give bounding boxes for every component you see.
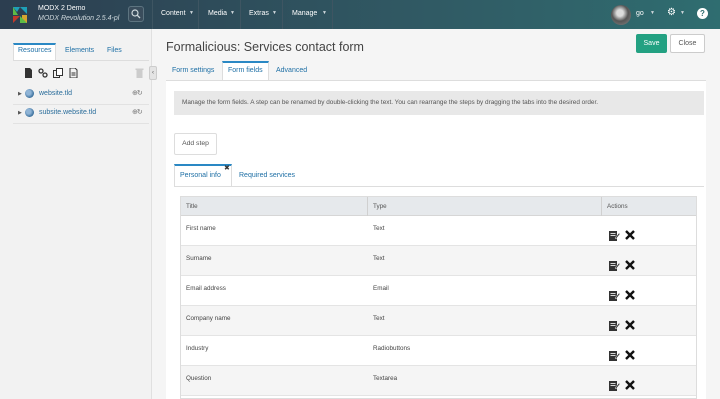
avatar[interactable] xyxy=(611,5,631,25)
cell-type: Radiobuttons xyxy=(373,345,411,352)
tab-files[interactable]: Files xyxy=(107,47,122,54)
link-icon[interactable] xyxy=(38,68,48,79)
edit-icon[interactable] xyxy=(609,350,620,361)
tab-resources[interactable]: Resources xyxy=(18,47,51,54)
edit-icon[interactable] xyxy=(609,260,620,271)
cell-type: Text xyxy=(373,315,385,322)
cell-title: Company name xyxy=(186,315,231,322)
edit-icon[interactable] xyxy=(609,230,620,241)
nav-manage[interactable]: Manage xyxy=(292,10,317,17)
add-refresh-icon[interactable]: ⊕↻ xyxy=(132,108,143,116)
delete-icon[interactable] xyxy=(625,350,635,360)
column-actions: Actions xyxy=(607,203,628,210)
step-tab-personal-info[interactable]: Personal info xyxy=(180,172,221,179)
file-icon[interactable] xyxy=(68,67,78,79)
tree-node-label[interactable]: website.tld xyxy=(39,90,72,97)
cell-type: Text xyxy=(373,255,385,262)
nav-media[interactable]: Media xyxy=(208,10,227,17)
tab-form-fields[interactable]: Form fields xyxy=(228,67,263,74)
nav-divider xyxy=(198,0,199,29)
tree-node-website[interactable]: ▶ website.tld ⊕↻ xyxy=(13,86,149,105)
search-button[interactable] xyxy=(128,6,144,22)
page-title: Formalicious: Services contact form xyxy=(166,40,364,54)
tree-node-label[interactable]: subsite.website.tld xyxy=(39,109,96,116)
globe-icon xyxy=(25,108,34,117)
expand-icon[interactable]: ▶ xyxy=(18,91,22,97)
modx-version: MODX Revolution 2.5.4-pl xyxy=(38,15,120,22)
table-row[interactable]: Email address Email xyxy=(181,276,696,306)
table-row[interactable]: Question Textarea xyxy=(181,366,696,396)
divider xyxy=(174,186,704,187)
nav-divider xyxy=(332,0,333,29)
trash-icon[interactable] xyxy=(135,68,144,81)
close-button[interactable]: Close xyxy=(670,34,705,53)
fields-table: Title Type Actions First name Text Surna… xyxy=(180,196,697,399)
globe-icon xyxy=(25,89,34,98)
tab-elements[interactable]: Elements xyxy=(65,47,94,54)
cell-type: Textarea xyxy=(373,375,398,382)
cell-title: Email address xyxy=(186,285,226,292)
search-icon xyxy=(131,9,141,19)
modx-logo-icon[interactable] xyxy=(11,6,29,24)
delete-icon[interactable] xyxy=(625,320,635,330)
nav-divider xyxy=(152,0,153,29)
delete-icon[interactable] xyxy=(625,380,635,390)
step-tab-required-services[interactable]: Required services xyxy=(239,172,295,179)
chevron-down-icon: ▼ xyxy=(189,10,194,16)
chevron-down-icon: ▼ xyxy=(322,10,327,16)
help-icon[interactable]: ? xyxy=(697,8,708,19)
sidebar xyxy=(0,29,152,399)
nav-extras[interactable]: Extras xyxy=(249,10,269,17)
top-navigation-bar: MODX 2 Demo MODX Revolution 2.5.4-pl Con… xyxy=(0,0,720,29)
close-icon[interactable]: ✖ xyxy=(224,164,230,172)
site-name: MODX 2 Demo xyxy=(38,5,86,12)
table-row[interactable]: Industry Radiobuttons xyxy=(181,336,696,366)
cell-type: Text xyxy=(373,225,385,232)
edit-icon[interactable] xyxy=(609,290,620,301)
add-refresh-icon[interactable]: ⊕↻ xyxy=(132,89,143,97)
cell-title: First name xyxy=(186,225,216,232)
chevron-down-icon: ▼ xyxy=(272,10,277,16)
cell-title: Question xyxy=(186,375,212,382)
copy-icon[interactable] xyxy=(53,68,63,79)
add-step-button[interactable]: Add step xyxy=(174,133,217,155)
column-type[interactable]: Type xyxy=(373,203,387,210)
user-menu[interactable]: go xyxy=(636,10,644,17)
cell-title: Surname xyxy=(186,255,212,262)
gear-icon[interactable]: ⚙ xyxy=(667,8,676,18)
tab-form-settings[interactable]: Form settings xyxy=(172,67,214,74)
divider xyxy=(13,60,149,61)
table-row[interactable]: Company name Text xyxy=(181,306,696,336)
delete-icon[interactable] xyxy=(625,230,635,240)
chevron-down-icon: ▼ xyxy=(230,10,235,16)
nav-divider xyxy=(282,0,283,29)
sidebar-collapse-button[interactable]: ‹ xyxy=(149,66,157,80)
column-title[interactable]: Title xyxy=(186,203,198,210)
cell-title: Industry xyxy=(186,345,209,352)
table-row[interactable]: Surname Text xyxy=(181,246,696,276)
tree-node-subsite[interactable]: ▶ subsite.website.tld ⊕↻ xyxy=(13,105,149,124)
edit-icon[interactable] xyxy=(609,380,620,391)
cell-type: Email xyxy=(373,285,389,292)
save-button[interactable]: Save xyxy=(636,34,667,53)
column-divider xyxy=(367,197,368,216)
chevron-down-icon: ▼ xyxy=(650,10,655,16)
delete-icon[interactable] xyxy=(625,260,635,270)
info-text: Manage the form fields. A step can be re… xyxy=(182,99,599,106)
nav-divider xyxy=(240,0,241,29)
document-icon[interactable] xyxy=(23,68,33,79)
table-row[interactable]: First name Text xyxy=(181,216,696,246)
table-header: Title Type Actions xyxy=(181,197,696,216)
nav-content[interactable]: Content xyxy=(161,10,186,17)
delete-icon[interactable] xyxy=(625,290,635,300)
column-divider xyxy=(601,197,602,216)
tab-advanced[interactable]: Advanced xyxy=(276,67,307,74)
chevron-down-icon: ▼ xyxy=(680,10,685,16)
expand-icon[interactable]: ▶ xyxy=(18,110,22,116)
edit-icon[interactable] xyxy=(609,320,620,331)
